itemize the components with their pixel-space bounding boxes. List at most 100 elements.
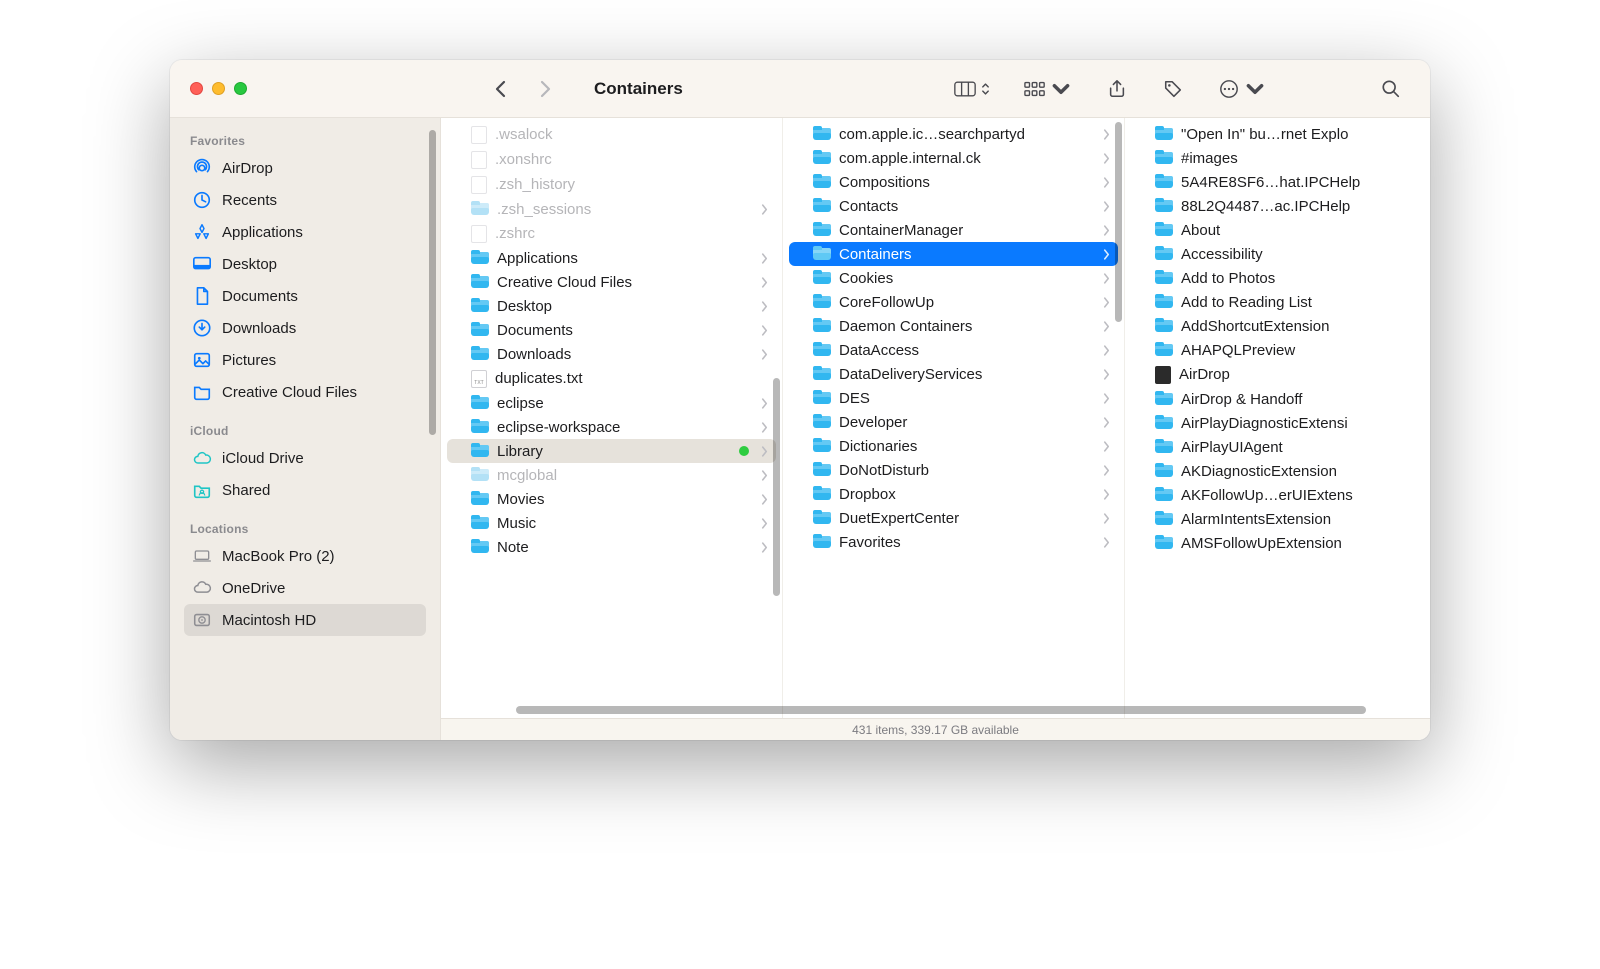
list-item[interactable]: Creative Cloud Files xyxy=(447,270,776,294)
sidebar-item-pictures[interactable]: Pictures xyxy=(184,344,426,376)
sidebar-section-title: iCloud xyxy=(184,418,426,442)
list-item[interactable]: Music xyxy=(447,511,776,535)
list-item[interactable]: AMSFollowUpExtension xyxy=(1131,531,1430,555)
sidebar-item-documents[interactable]: Documents xyxy=(184,280,426,312)
list-item[interactable]: Downloads xyxy=(447,342,776,366)
tags-button[interactable] xyxy=(1162,79,1184,99)
sidebar-item-onedrive[interactable]: OneDrive xyxy=(184,572,426,604)
list-item[interactable]: eclipse xyxy=(447,391,776,415)
sidebar-item-shared[interactable]: Shared xyxy=(184,474,426,506)
list-item[interactable]: About xyxy=(1131,218,1430,242)
list-item[interactable]: DoNotDisturb xyxy=(789,458,1118,482)
list-item[interactable]: Containers xyxy=(789,242,1118,266)
list-item[interactable]: AirDrop xyxy=(1131,362,1430,387)
item-name: com.apple.ic…searchpartyd xyxy=(839,126,1095,143)
list-item[interactable]: DataAccess xyxy=(789,338,1118,362)
list-item[interactable]: Add to Photos xyxy=(1131,266,1430,290)
zoom-window-button[interactable] xyxy=(234,82,247,95)
sidebar-item-creative-cloud-files[interactable]: Creative Cloud Files xyxy=(184,376,426,408)
list-item[interactable]: .xonshrc xyxy=(447,147,776,172)
list-item[interactable]: CoreFollowUp xyxy=(789,290,1118,314)
column-scrollbar[interactable] xyxy=(773,378,780,596)
list-item[interactable]: AKFollowUp…erUIExtens xyxy=(1131,483,1430,507)
sidebar-item-airdrop[interactable]: AirDrop xyxy=(184,152,426,184)
back-button[interactable] xyxy=(490,79,512,99)
horizontal-scroll-thumb[interactable] xyxy=(516,706,1366,714)
item-name: About xyxy=(1181,222,1430,239)
list-item[interactable]: #images xyxy=(1131,146,1430,170)
list-item[interactable]: Movies xyxy=(447,487,776,511)
list-item[interactable]: DataDeliveryServices xyxy=(789,362,1118,386)
list-item[interactable]: DES xyxy=(789,386,1118,410)
list-item[interactable]: Add to Reading List xyxy=(1131,290,1430,314)
folder-icon xyxy=(1155,150,1173,166)
folder-icon xyxy=(1155,511,1173,527)
sidebar-item-macbook-pro-2-[interactable]: MacBook Pro (2) xyxy=(184,540,426,572)
sidebar-item-macintosh-hd[interactable]: Macintosh HD xyxy=(184,604,426,636)
minimize-window-button[interactable] xyxy=(212,82,225,95)
list-item[interactable]: Contacts xyxy=(789,194,1118,218)
list-item[interactable]: duplicates.txt xyxy=(447,366,776,391)
list-item[interactable]: DuetExpertCenter xyxy=(789,506,1118,530)
list-item[interactable]: AlarmIntentsExtension xyxy=(1131,507,1430,531)
group-by-button[interactable] xyxy=(1024,79,1072,99)
view-columns-button[interactable] xyxy=(954,79,990,99)
item-name: Developer xyxy=(839,414,1095,431)
list-item[interactable]: .wsalock xyxy=(447,122,776,147)
share-button[interactable] xyxy=(1106,79,1128,99)
list-item[interactable]: AirDrop & Handoff xyxy=(1131,387,1430,411)
list-item[interactable]: com.apple.ic…searchpartyd xyxy=(789,122,1118,146)
chevron-right-icon xyxy=(761,301,768,312)
toolbar: Containers xyxy=(170,60,1430,118)
item-name: AirDrop & Handoff xyxy=(1181,391,1430,408)
list-item[interactable]: AHAPQLPreview xyxy=(1131,338,1430,362)
list-item[interactable]: .zsh_history xyxy=(447,172,776,197)
list-item[interactable]: Note xyxy=(447,535,776,559)
list-item[interactable]: Accessibility xyxy=(1131,242,1430,266)
list-item[interactable]: ContainerManager xyxy=(789,218,1118,242)
list-item[interactable]: AirPlayDiagnosticExtensi xyxy=(1131,411,1430,435)
list-item[interactable]: Desktop xyxy=(447,294,776,318)
list-item[interactable]: "Open In" bu…rnet Explo xyxy=(1131,122,1430,146)
forward-button[interactable] xyxy=(534,79,556,99)
list-item[interactable]: Library xyxy=(447,439,776,463)
list-item[interactable]: AKDiagnosticExtension xyxy=(1131,459,1430,483)
list-item[interactable]: 88L2Q4487…ac.IPCHelp xyxy=(1131,194,1430,218)
list-item[interactable]: Applications xyxy=(447,246,776,270)
list-item[interactable]: Favorites xyxy=(789,530,1118,554)
close-window-button[interactable] xyxy=(190,82,203,95)
item-name: .zshrc xyxy=(495,225,768,242)
list-item[interactable]: Dictionaries xyxy=(789,434,1118,458)
sidebar-item-downloads[interactable]: Downloads xyxy=(184,312,426,344)
list-item[interactable]: AddShortcutExtension xyxy=(1131,314,1430,338)
item-name: AlarmIntentsExtension xyxy=(1181,511,1430,528)
item-name: AirPlayUIAgent xyxy=(1181,439,1430,456)
app-icon xyxy=(1155,366,1171,384)
sidebar-item-applications[interactable]: Applications xyxy=(184,216,426,248)
list-item[interactable]: Daemon Containers xyxy=(789,314,1118,338)
toolbar-actions xyxy=(954,79,1402,99)
list-item[interactable]: Compositions xyxy=(789,170,1118,194)
list-item[interactable]: Dropbox xyxy=(789,482,1118,506)
list-item[interactable]: .zsh_sessions xyxy=(447,197,776,221)
more-button[interactable] xyxy=(1218,79,1266,99)
list-item[interactable]: AirPlayUIAgent xyxy=(1131,435,1430,459)
list-item[interactable]: .zshrc xyxy=(447,221,776,246)
list-item[interactable]: Cookies xyxy=(789,266,1118,290)
folder-icon xyxy=(813,486,831,502)
list-item[interactable]: Developer xyxy=(789,410,1118,434)
list-item[interactable]: com.apple.internal.ck xyxy=(789,146,1118,170)
sidebar-item-desktop[interactable]: Desktop xyxy=(184,248,426,280)
list-item[interactable]: Documents xyxy=(447,318,776,342)
list-item[interactable]: eclipse-workspace xyxy=(447,415,776,439)
sidebar-scrollbar[interactable] xyxy=(429,130,436,435)
list-item[interactable]: 5A4RE8SF6…hat.IPCHelp xyxy=(1131,170,1430,194)
sidebar-item-recents[interactable]: Recents xyxy=(184,184,426,216)
folder-icon xyxy=(1155,487,1173,503)
sidebar-item-icloud-drive[interactable]: iCloud Drive xyxy=(184,442,426,474)
horizontal-scroll-track[interactable] xyxy=(441,702,1430,718)
list-item[interactable]: mcglobal xyxy=(447,463,776,487)
column-scrollbar[interactable] xyxy=(1115,122,1122,322)
item-name: Creative Cloud Files xyxy=(497,274,753,291)
search-button[interactable] xyxy=(1380,79,1402,99)
